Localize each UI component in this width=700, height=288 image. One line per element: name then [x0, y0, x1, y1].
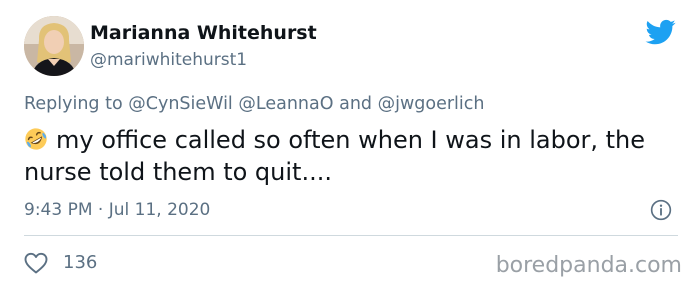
- author-handle[interactable]: @mariwhitehurst1: [90, 50, 247, 70]
- divider: [24, 235, 678, 236]
- rolling-on-floor-laughing-emoji: [25, 128, 47, 150]
- heart-icon[interactable]: [24, 252, 48, 274]
- mention-link[interactable]: @CynSieWil: [128, 94, 233, 114]
- tweet-body: my office called so often when I was in …: [24, 126, 646, 186]
- info-icon[interactable]: [650, 199, 672, 221]
- tweet-timestamp[interactable]: 9:43 PM · Jul 11, 2020: [24, 200, 210, 220]
- replying-to-conjunction: and: [339, 94, 373, 114]
- mention-link[interactable]: @LeannaO: [238, 94, 333, 114]
- like-count: 136: [63, 252, 98, 273]
- replying-to: Replying to @CynSieWil @LeannaO and @jwg…: [24, 94, 485, 114]
- mention-link[interactable]: @jwgoerlich: [378, 94, 485, 114]
- watermark: boredpanda.com: [495, 253, 682, 278]
- avatar[interactable]: [24, 16, 84, 76]
- twitter-bird-icon[interactable]: [644, 17, 678, 47]
- replying-to-label: Replying to: [24, 94, 123, 114]
- author-name[interactable]: Marianna Whitehurst: [90, 22, 317, 44]
- tweet-text: my office called so often when I was in …: [24, 124, 674, 188]
